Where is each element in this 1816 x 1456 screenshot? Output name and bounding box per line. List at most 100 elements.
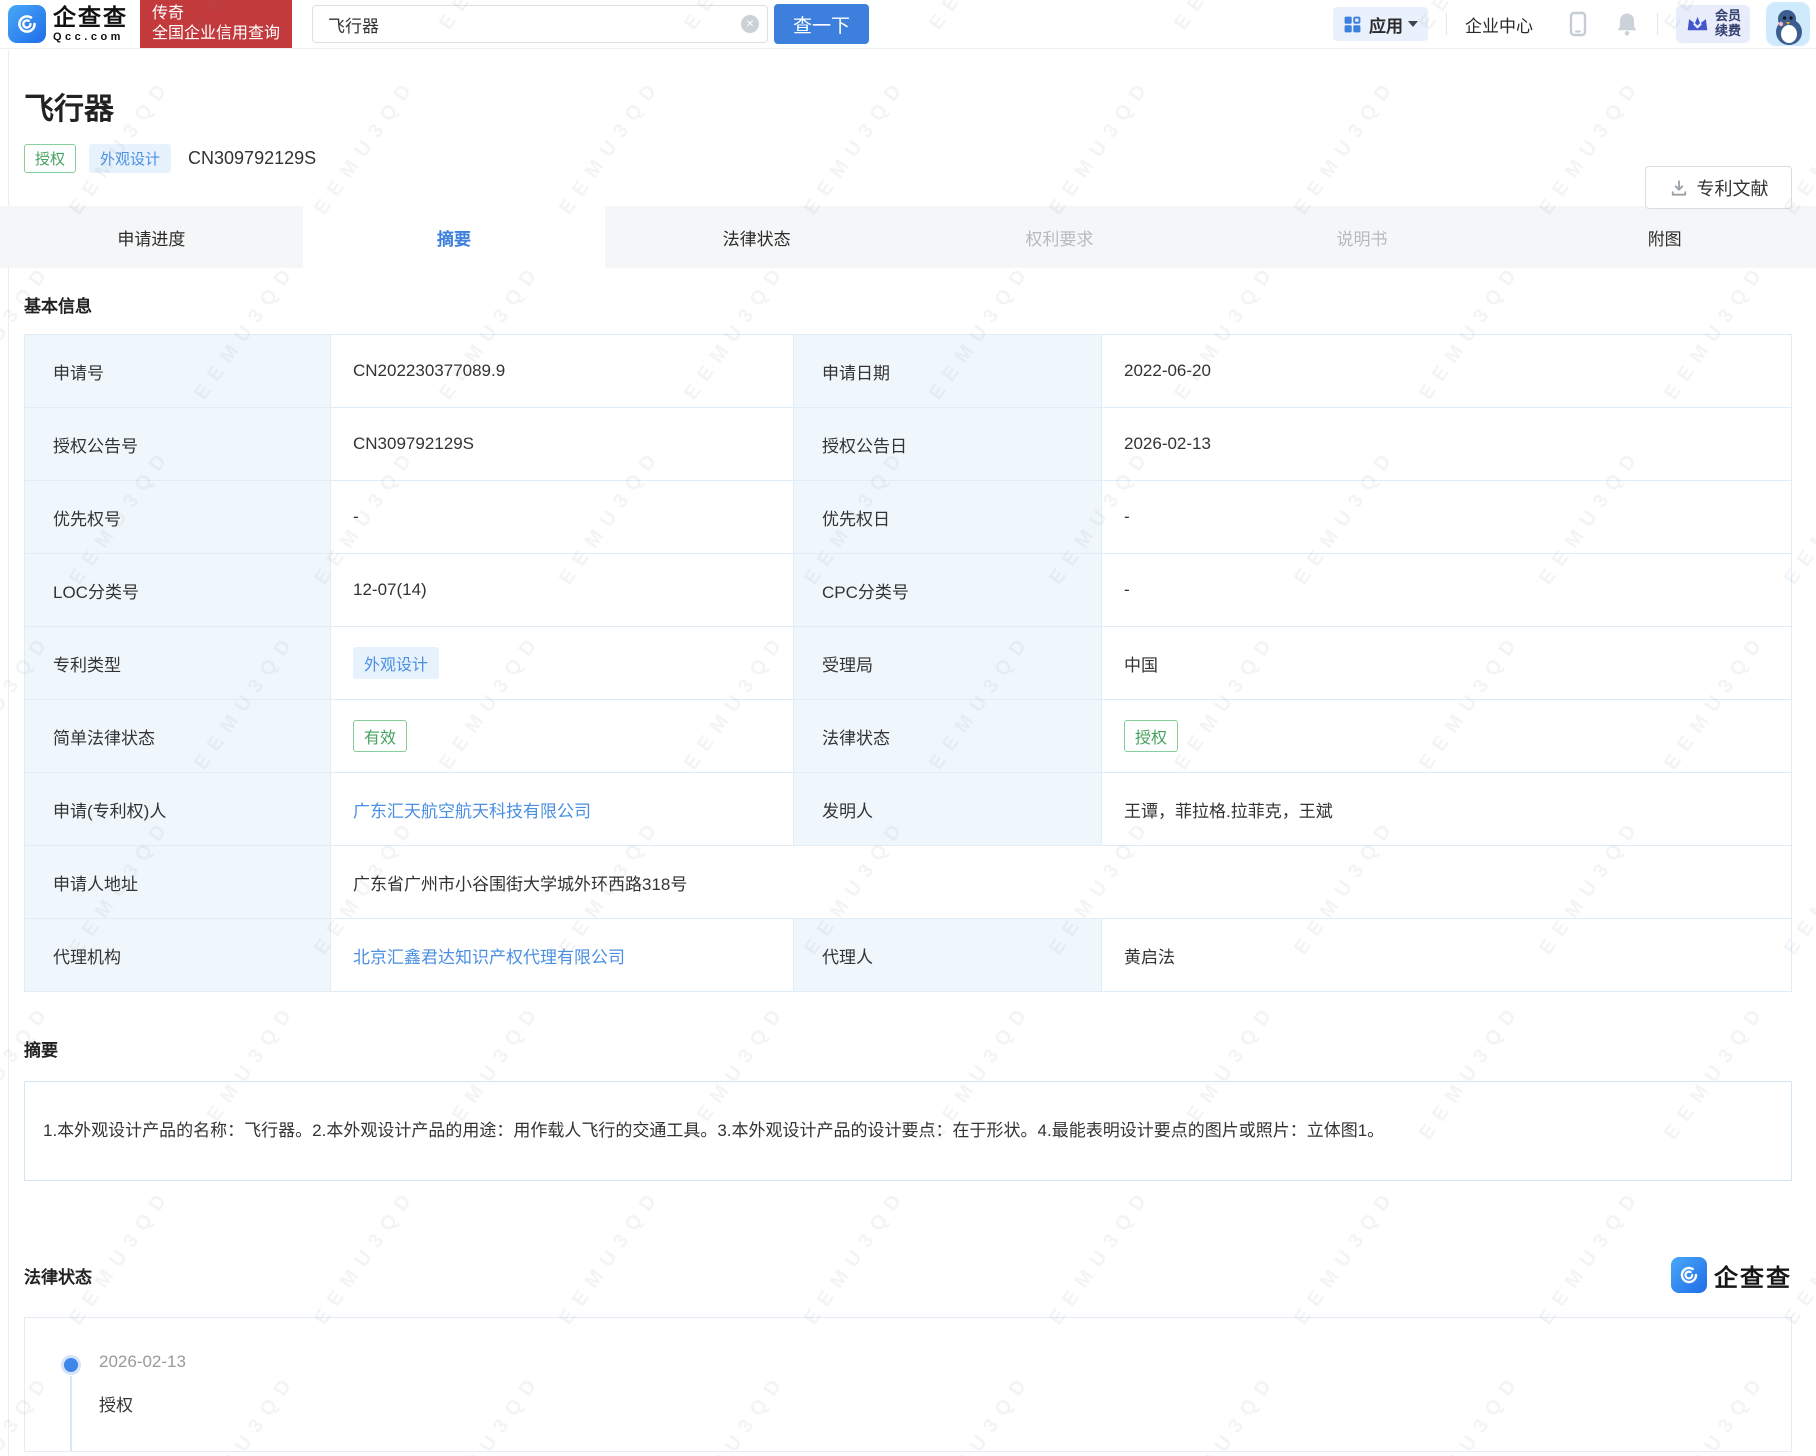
notifications-bell-icon[interactable] [1615,11,1639,37]
row-label: LOC分类号 [25,554,331,627]
vip-line2: 续费 [1715,24,1741,39]
simple-legal-status-badge: 有效 [353,720,407,752]
applicant-address: 广东省广州市小谷围街大学城外环西路318号 [331,846,1792,919]
row-label: CPC分类号 [794,554,1102,627]
promo-badge: 传奇 全国企业信用查询 [140,0,292,48]
table-row: 授权公告号 CN309792129S 授权公告日 2026-02-13 [25,408,1792,481]
row-label: 申请日期 [794,335,1102,408]
legal-status-header: 法律状态 企查查 [24,1257,1792,1293]
brand-name: 企查查 [53,6,128,29]
row-value: CN309792129S [331,408,794,481]
patent-type-badge: 外观设计 [89,144,171,173]
row-value: CN202230377089.9 [331,335,794,408]
table-row: 申请(专利权)人 广东汇天航空航天科技有限公司 发明人 王谭，菲拉格.拉菲克，王… [25,773,1792,846]
publication-number: CN309792129S [188,148,316,169]
row-value: 中国 [1102,627,1792,700]
tab-bar: 申请进度 摘要 法律状态 权利要求 说明书 附图 [0,206,1816,268]
tab-application-progress[interactable]: 申请进度 [0,206,303,268]
tab-legal-status[interactable]: 法律状态 [605,206,908,268]
patent-document-label: 专利文献 [1697,175,1769,201]
row-label: 发明人 [794,773,1102,846]
vip-line1: 会员 [1715,9,1741,24]
table-row: LOC分类号 12-07(14) CPC分类号 - [25,554,1792,627]
timeline-status: 授权 [99,1391,1791,1416]
row-label: 申请号 [25,335,331,408]
row-label: 受理局 [794,627,1102,700]
tab-specification: 说明书 [1211,206,1514,268]
table-row: 专利类型 外观设计 受理局 中国 [25,627,1792,700]
download-icon [1669,178,1689,198]
qcc-logo-icon [1671,1257,1707,1293]
timeline-line [70,1376,72,1451]
basic-info-title: 基本信息 [24,292,1792,317]
table-row: 申请号 CN202230377089.9 申请日期 2022-06-20 [25,335,1792,408]
basic-info-table: 申请号 CN202230377089.9 申请日期 2022-06-20 授权公… [24,334,1792,992]
qcc-brand-text: 企查查 [1714,1258,1792,1293]
enterprise-center-link[interactable]: 企业中心 [1465,12,1533,37]
table-row: 代理机构 北京汇鑫君达知识产权代理有限公司 代理人 黄启法 [25,919,1792,992]
row-value: 2026-02-13 [1102,408,1792,481]
timeline-dot [64,1358,78,1372]
search-input[interactable] [312,5,768,43]
row-value: - [331,481,794,554]
row-value: 12-07(14) [331,554,794,627]
chevron-down-icon [1408,21,1418,27]
row-label: 优先权日 [794,481,1102,554]
agency-link[interactable]: 北京汇鑫君达知识产权代理有限公司 [353,948,625,967]
tab-figures[interactable]: 附图 [1513,206,1816,268]
promo-line1: 传奇 [152,4,280,24]
crown-icon [1685,13,1710,35]
patent-type-tag[interactable]: 外观设计 [353,647,439,679]
divider [1446,13,1447,35]
row-label: 申请(专利权)人 [25,773,331,846]
promo-line2: 全国企业信用查询 [152,24,280,44]
patent-detail-page: 飞行器 专利文献 授权 外观设计 CN309792129S 申请进度 摘要 法律… [0,84,1816,1452]
mobile-app-icon[interactable] [1567,11,1589,37]
apps-label: 应用 [1369,12,1403,37]
row-label: 授权公告日 [794,408,1102,481]
tab-abstract[interactable]: 摘要 [303,206,606,268]
legal-status-badge: 授权 [1124,720,1178,752]
row-label: 专利类型 [25,627,331,700]
qcc-logo[interactable]: 企查查 Qcc.com [8,5,128,43]
row-label: 简单法律状态 [25,700,331,773]
vip-renew-button[interactable]: 会员 续费 [1676,5,1750,43]
row-label: 代理机构 [25,919,331,992]
row-value: - [1102,554,1792,627]
abstract-text: 1.本外观设计产品的名称：飞行器。2.本外观设计产品的用途：用作载人飞行的交通工… [24,1081,1792,1181]
timeline-date: 2026-02-13 [99,1352,1791,1372]
brand-domain: Qcc.com [53,32,128,43]
table-row: 申请人地址 广东省广州市小谷围街大学城外环西路318号 [25,846,1792,919]
page-title: 飞行器 [24,84,1792,128]
divider [1657,13,1658,35]
patent-tag-row: 授权 外观设计 CN309792129S [24,144,1792,173]
table-row: 简单法律状态 有效 法律状态 授权 [25,700,1792,773]
row-label: 授权公告号 [25,408,331,481]
search-bar: ✕ 查一下 [312,4,869,44]
tab-claims: 权利要求 [908,206,1211,268]
qcc-logo-icon [8,5,46,43]
top-bar: 企查查 Qcc.com 传奇 全国企业信用查询 ✕ 查一下 应用 [0,0,1816,49]
row-value: - [1102,481,1792,554]
patent-document-button[interactable]: 专利文献 [1645,166,1792,209]
table-row: 优先权号 - 优先权日 - [25,481,1792,554]
row-label: 优先权号 [25,481,331,554]
apps-menu-button[interactable]: 应用 [1333,7,1428,41]
clear-search-icon[interactable]: ✕ [741,15,759,33]
legal-status-timeline: 2026-02-13 授权 [24,1317,1792,1452]
qcc-wordmark: 企查查 Qcc.com [53,6,128,43]
abstract-title: 摘要 [24,1036,1792,1061]
grant-status-badge: 授权 [24,144,76,173]
search-button[interactable]: 查一下 [774,4,869,44]
row-value: 2022-06-20 [1102,335,1792,408]
user-avatar[interactable] [1766,2,1810,46]
row-label: 申请人地址 [25,846,331,919]
applicant-link[interactable]: 广东汇天航空航天科技有限公司 [353,802,591,821]
row-label: 代理人 [794,919,1102,992]
row-label: 法律状态 [794,700,1102,773]
apps-grid-icon [1343,15,1362,34]
row-value: 黄启法 [1102,919,1792,992]
top-bar-right: 应用 企业中心 会员 [1333,2,1810,46]
row-value: 王谭，菲拉格.拉菲克，王斌 [1102,773,1792,846]
qcc-watermark-logo: 企查查 [1671,1257,1792,1293]
